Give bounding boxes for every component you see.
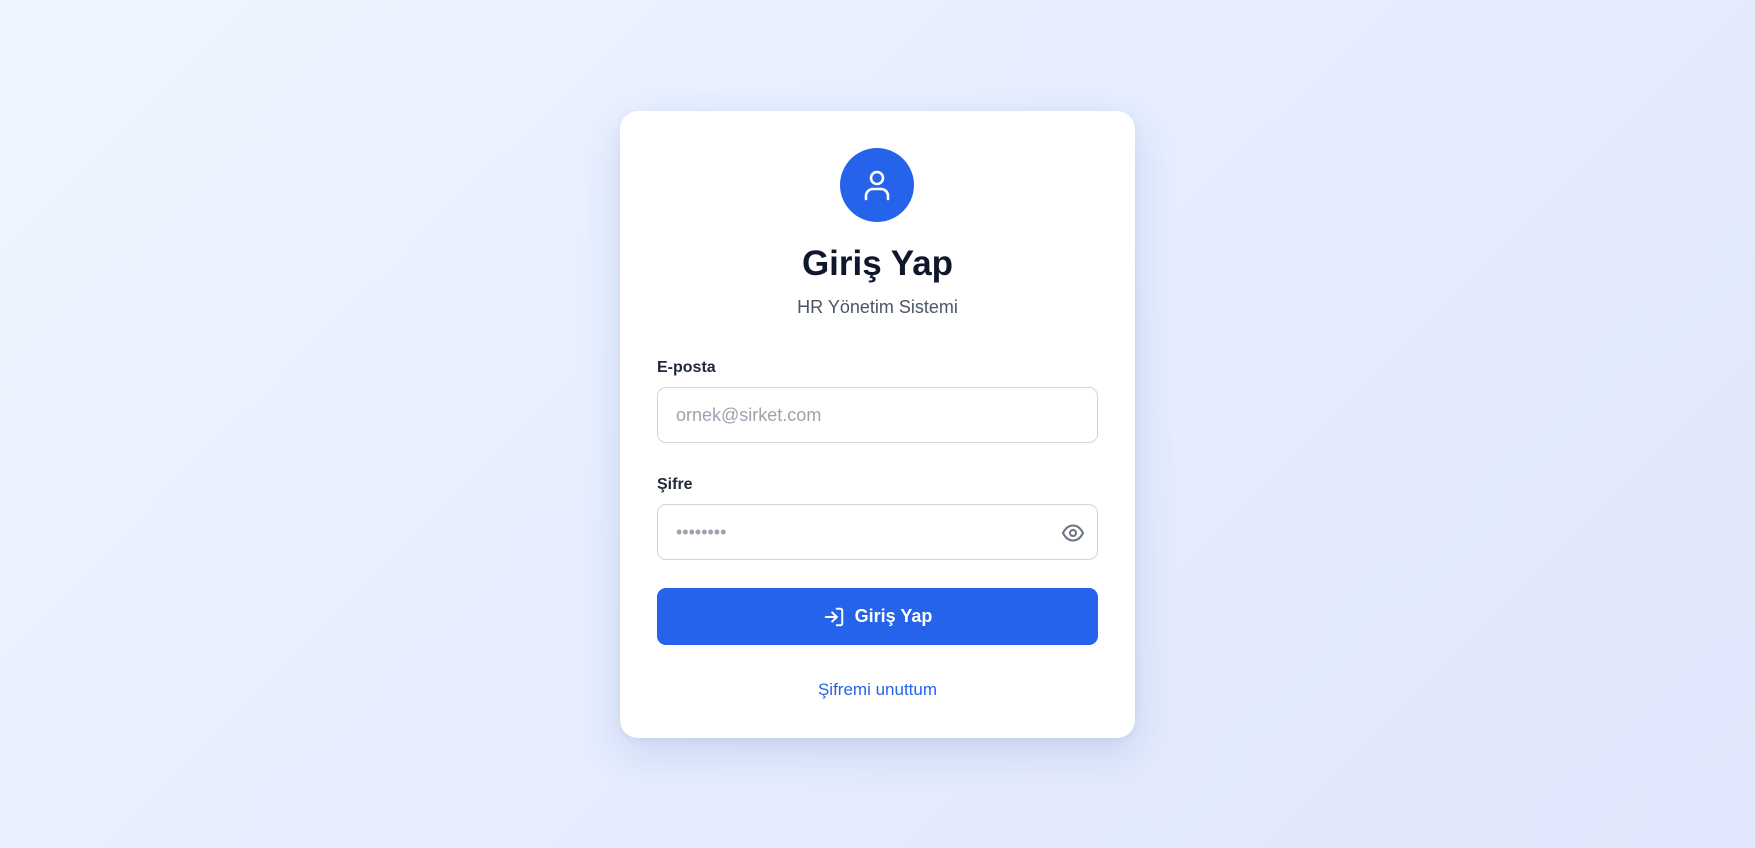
login-button-label: Giriş Yap bbox=[854, 606, 933, 626]
email-field-wrapper bbox=[657, 387, 1098, 443]
log-in-icon bbox=[824, 607, 843, 626]
email-label: E-posta bbox=[657, 359, 716, 376]
user-icon bbox=[864, 170, 890, 201]
page-title: Giriş Yap bbox=[801, 244, 954, 283]
user-avatar bbox=[840, 148, 914, 222]
eye-icon[interactable] bbox=[1061, 521, 1085, 545]
login-button[interactable]: Giriş Yap bbox=[657, 588, 1098, 645]
password-field-wrapper bbox=[657, 504, 1098, 560]
forgot-password-link[interactable]: Şifremi unuttum bbox=[620, 678, 1135, 702]
password-label: Şifre bbox=[657, 476, 693, 493]
login-card: Giriş Yap HR Yönetim Sistemi E-posta Şif… bbox=[620, 111, 1135, 738]
email-field[interactable] bbox=[658, 388, 1097, 442]
page-subtitle: HR Yönetim Sistemi bbox=[797, 297, 958, 317]
password-field[interactable] bbox=[658, 505, 1097, 559]
